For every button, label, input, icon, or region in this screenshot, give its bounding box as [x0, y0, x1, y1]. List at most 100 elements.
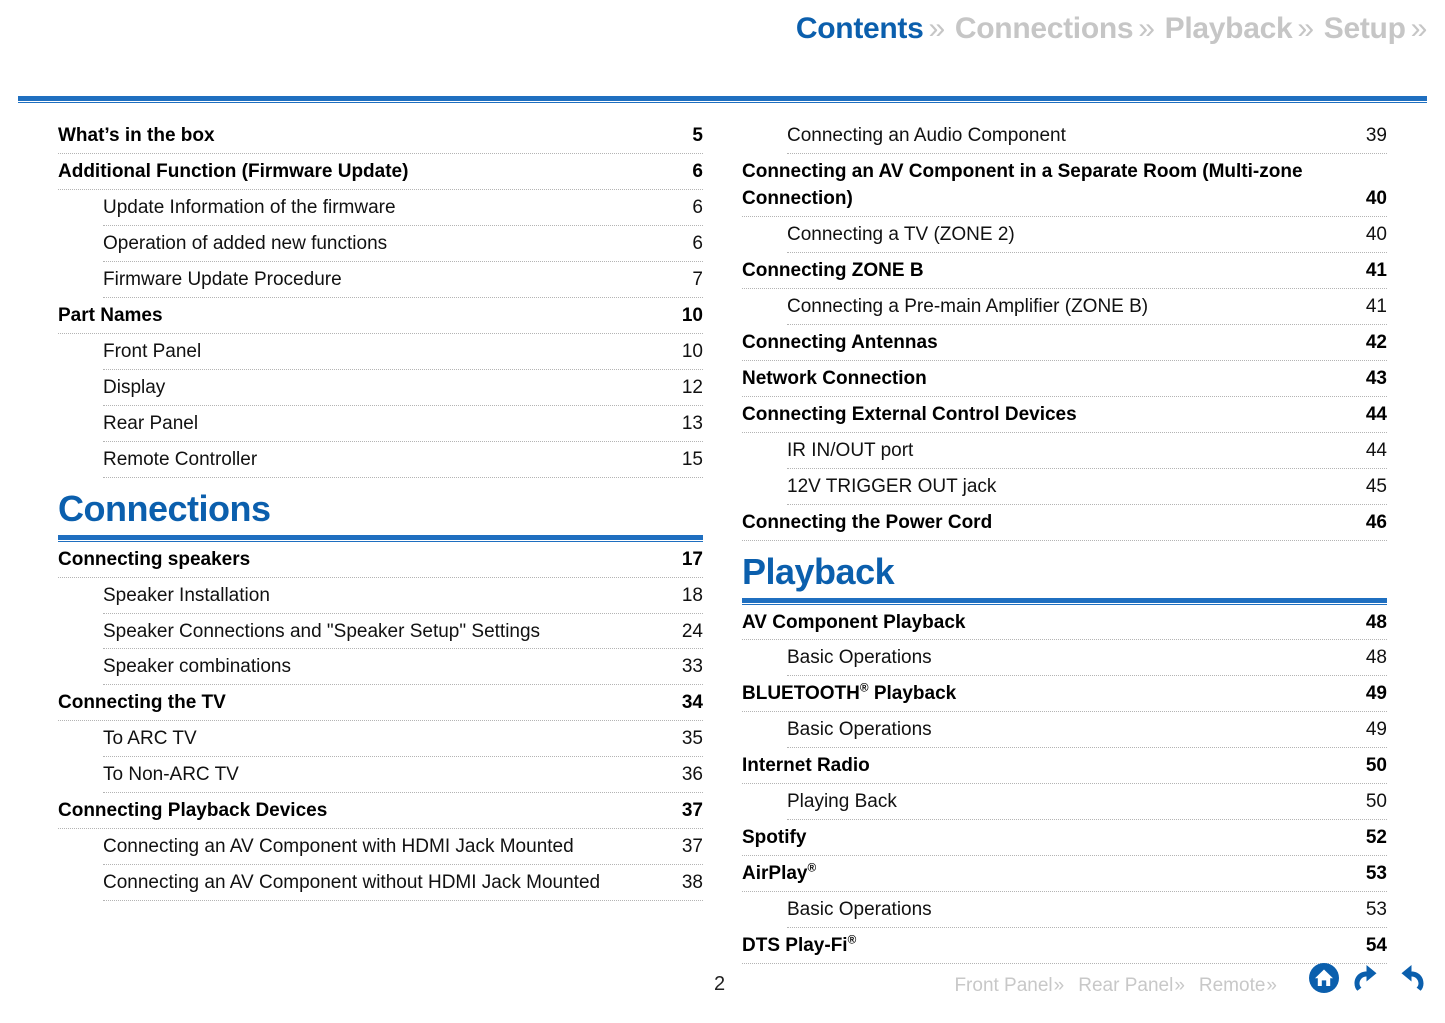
toc-entry-page: 6: [692, 232, 703, 254]
page-footer: 2 Front Panel» Rear Panel» Remote»: [0, 961, 1445, 1011]
toc-entry-title: Speaker combinations: [103, 656, 291, 678]
toc-entry[interactable]: Basic Operations 49: [787, 712, 1387, 749]
toc-entry[interactable]: Connecting speakers 17: [58, 542, 703, 578]
toc-entry-title: IR IN/OUT port: [787, 439, 914, 461]
back-icon[interactable]: [1349, 961, 1385, 1000]
toc-entry-title: Update Information of the firmware: [103, 196, 396, 218]
toc-entry-title: Operation of added new functions: [103, 232, 388, 254]
toc-entry[interactable]: Front Panel 10: [103, 334, 703, 370]
chevron-right-icon: »: [1053, 975, 1065, 996]
toc-entry-page: 13: [681, 412, 703, 434]
toc-entry-page: 5: [692, 125, 703, 146]
footer-nav-item[interactable]: Rear Panel»: [1078, 975, 1185, 997]
toc-entry-title: Firmware Update Procedure: [103, 268, 342, 290]
toc-columns: What’s in the box 5 Additional Function (F…: [0, 118, 1445, 965]
breadcrumb-item-setup[interactable]: Setup»: [1314, 12, 1428, 46]
footer-nav-item[interactable]: Remote»: [1199, 975, 1277, 997]
toc-entry[interactable]: AirPlay® 53: [742, 856, 1387, 893]
toc-entry-page: 34: [681, 692, 703, 714]
toc-entry-page: 35: [681, 728, 703, 750]
toc-entry[interactable]: Firmware Update Procedure 7: [103, 262, 703, 298]
toc-entry[interactable]: Remote Controller 15: [103, 442, 703, 478]
toc-entry[interactable]: Basic Operations 48: [787, 640, 1387, 677]
toc-entry[interactable]: Connecting an Audio Component 39: [787, 118, 1387, 154]
toc-entry-page: 41: [1365, 259, 1387, 281]
toc-entry-page: 43: [1365, 367, 1387, 389]
toc-entry[interactable]: Connecting Antennas 42: [742, 325, 1387, 361]
toc-entry[interactable]: Internet Radio 50: [742, 748, 1387, 785]
toc-entry[interactable]: To ARC TV 35: [103, 721, 703, 758]
chevron-right-icon: »: [1174, 975, 1185, 996]
toc-entry[interactable]: Connecting a TV (ZONE 2) 40: [787, 217, 1387, 253]
toc-entry[interactable]: Basic Operations 53: [787, 892, 1387, 929]
toc-entry-page: 24: [681, 620, 703, 642]
toc-entry-title: Connecting External Control Devices: [742, 403, 1077, 425]
toc-entry-title-main: DTS Play-Fi: [742, 935, 848, 957]
toc-entry[interactable]: Connecting an AV Component in a Separate…: [742, 154, 1387, 217]
footer-nav-label: Front Panel: [954, 975, 1053, 996]
toc-entry[interactable]: Network Connection 43: [742, 361, 1387, 397]
toc-entry[interactable]: Part Names 10: [58, 298, 703, 334]
home-icon[interactable]: [1307, 961, 1341, 1000]
footer-nav-item[interactable]: Front Panel»: [954, 975, 1064, 997]
toc-entry-title: BLUETOOTH® Playback: [742, 681, 1361, 708]
toc-entry[interactable]: Connecting ZONE B 41: [742, 253, 1387, 289]
toc-entry-title: DTS Play-Fi®: [742, 933, 1361, 960]
toc-entry-page: 46: [1365, 511, 1387, 533]
toc-entry[interactable]: Connecting a Pre-main Amplifier (ZONE B)…: [787, 289, 1387, 325]
toc-entry[interactable]: Connecting the Power Cord 46: [742, 505, 1387, 541]
toc-entry-page: 10: [681, 304, 703, 326]
toc-entry-page: 39: [1365, 125, 1387, 146]
breadcrumb-item-contents[interactable]: Contents»: [786, 12, 945, 46]
toc-entry-title: Additional Function (Firmware Update): [58, 160, 409, 182]
toc-entry-title: Connecting an AV Component with HDMI Jac…: [103, 836, 574, 858]
toc-entry[interactable]: Spotify 52: [742, 820, 1387, 857]
toc-entry[interactable]: To Non-ARC TV 36: [103, 757, 703, 794]
toc-entry[interactable]: Speaker Connections and "Speaker Setup" …: [103, 614, 703, 650]
toc-entry[interactable]: Operation of added new functions 6: [103, 226, 703, 262]
toc-entry[interactable]: Update Information of the firmware 6: [103, 190, 703, 226]
toc-entry-title-tail: Playback: [868, 683, 957, 705]
toc-section-title: Connections: [58, 487, 271, 529]
toc-entry-title: To ARC TV: [103, 728, 197, 750]
toc-entry[interactable]: What’s in the box 5: [58, 118, 703, 154]
chevron-right-icon: »: [1410, 12, 1428, 45]
toc-entry[interactable]: Connecting Playback Devices 37: [58, 793, 703, 830]
breadcrumb-item-connections[interactable]: Connections»: [945, 12, 1155, 46]
toc-entry[interactable]: Connecting External Control Devices 44: [742, 397, 1387, 433]
toc-entry[interactable]: IR IN/OUT port 44: [787, 433, 1387, 469]
breadcrumb-item-playback[interactable]: Playback»: [1155, 12, 1314, 46]
toc-entry-page: 42: [1365, 331, 1387, 353]
toc-entry[interactable]: 12V TRIGGER OUT jack 45: [787, 469, 1387, 505]
toc-entry-title: Connecting an AV Component in a Separate…: [742, 160, 1303, 209]
toc-entry[interactable]: Speaker Installation 18: [103, 578, 703, 614]
footer-nav-label: Remote: [1198, 975, 1266, 996]
toc-entry[interactable]: Rear Panel 13: [103, 406, 703, 442]
toc-entry[interactable]: Additional Function (Firmware Update) 6: [58, 154, 703, 190]
chevron-right-icon: »: [1138, 12, 1155, 45]
toc-entry-page: 33: [681, 656, 703, 678]
toc-entry[interactable]: DTS Play-Fi® 54: [742, 928, 1387, 965]
toc-section-heading: Playback: [742, 550, 1387, 605]
toc-entry-page: 45: [1365, 475, 1387, 497]
toc-entry-title: Connecting ZONE B: [742, 259, 924, 281]
toc-section-title: Playback: [742, 550, 895, 592]
toc-entry[interactable]: BLUETOOTH® Playback 49: [742, 676, 1387, 713]
header-divider: [18, 96, 1427, 104]
toc-entry-title: Connecting a TV (ZONE 2): [787, 223, 1015, 245]
toc-entry-title: Connecting the Power Cord: [742, 511, 993, 533]
toc-entry[interactable]: AV Component Playback 48: [742, 605, 1387, 641]
toc-entry-page: 18: [681, 584, 703, 606]
toc-entry-page: 44: [1365, 439, 1387, 461]
toc-entry[interactable]: Speaker combinations 33: [103, 649, 703, 686]
toc-entry-title: Connecting the TV: [58, 692, 226, 714]
toc-entry-page: 10: [681, 340, 703, 362]
toc-entry[interactable]: Playing Back 50: [787, 784, 1387, 821]
toc-entry[interactable]: Connecting an AV Component with HDMI Jac…: [103, 829, 703, 866]
toc-entry[interactable]: Connecting the TV 34: [58, 685, 703, 722]
toc-entry[interactable]: Connecting an AV Component without HDMI …: [103, 865, 703, 902]
toc-entry[interactable]: Display 12: [103, 370, 703, 406]
forward-icon[interactable]: [1393, 961, 1429, 1000]
toc-entry-page: 48: [1365, 647, 1387, 669]
toc-entry-title: AirPlay®: [742, 861, 1361, 888]
